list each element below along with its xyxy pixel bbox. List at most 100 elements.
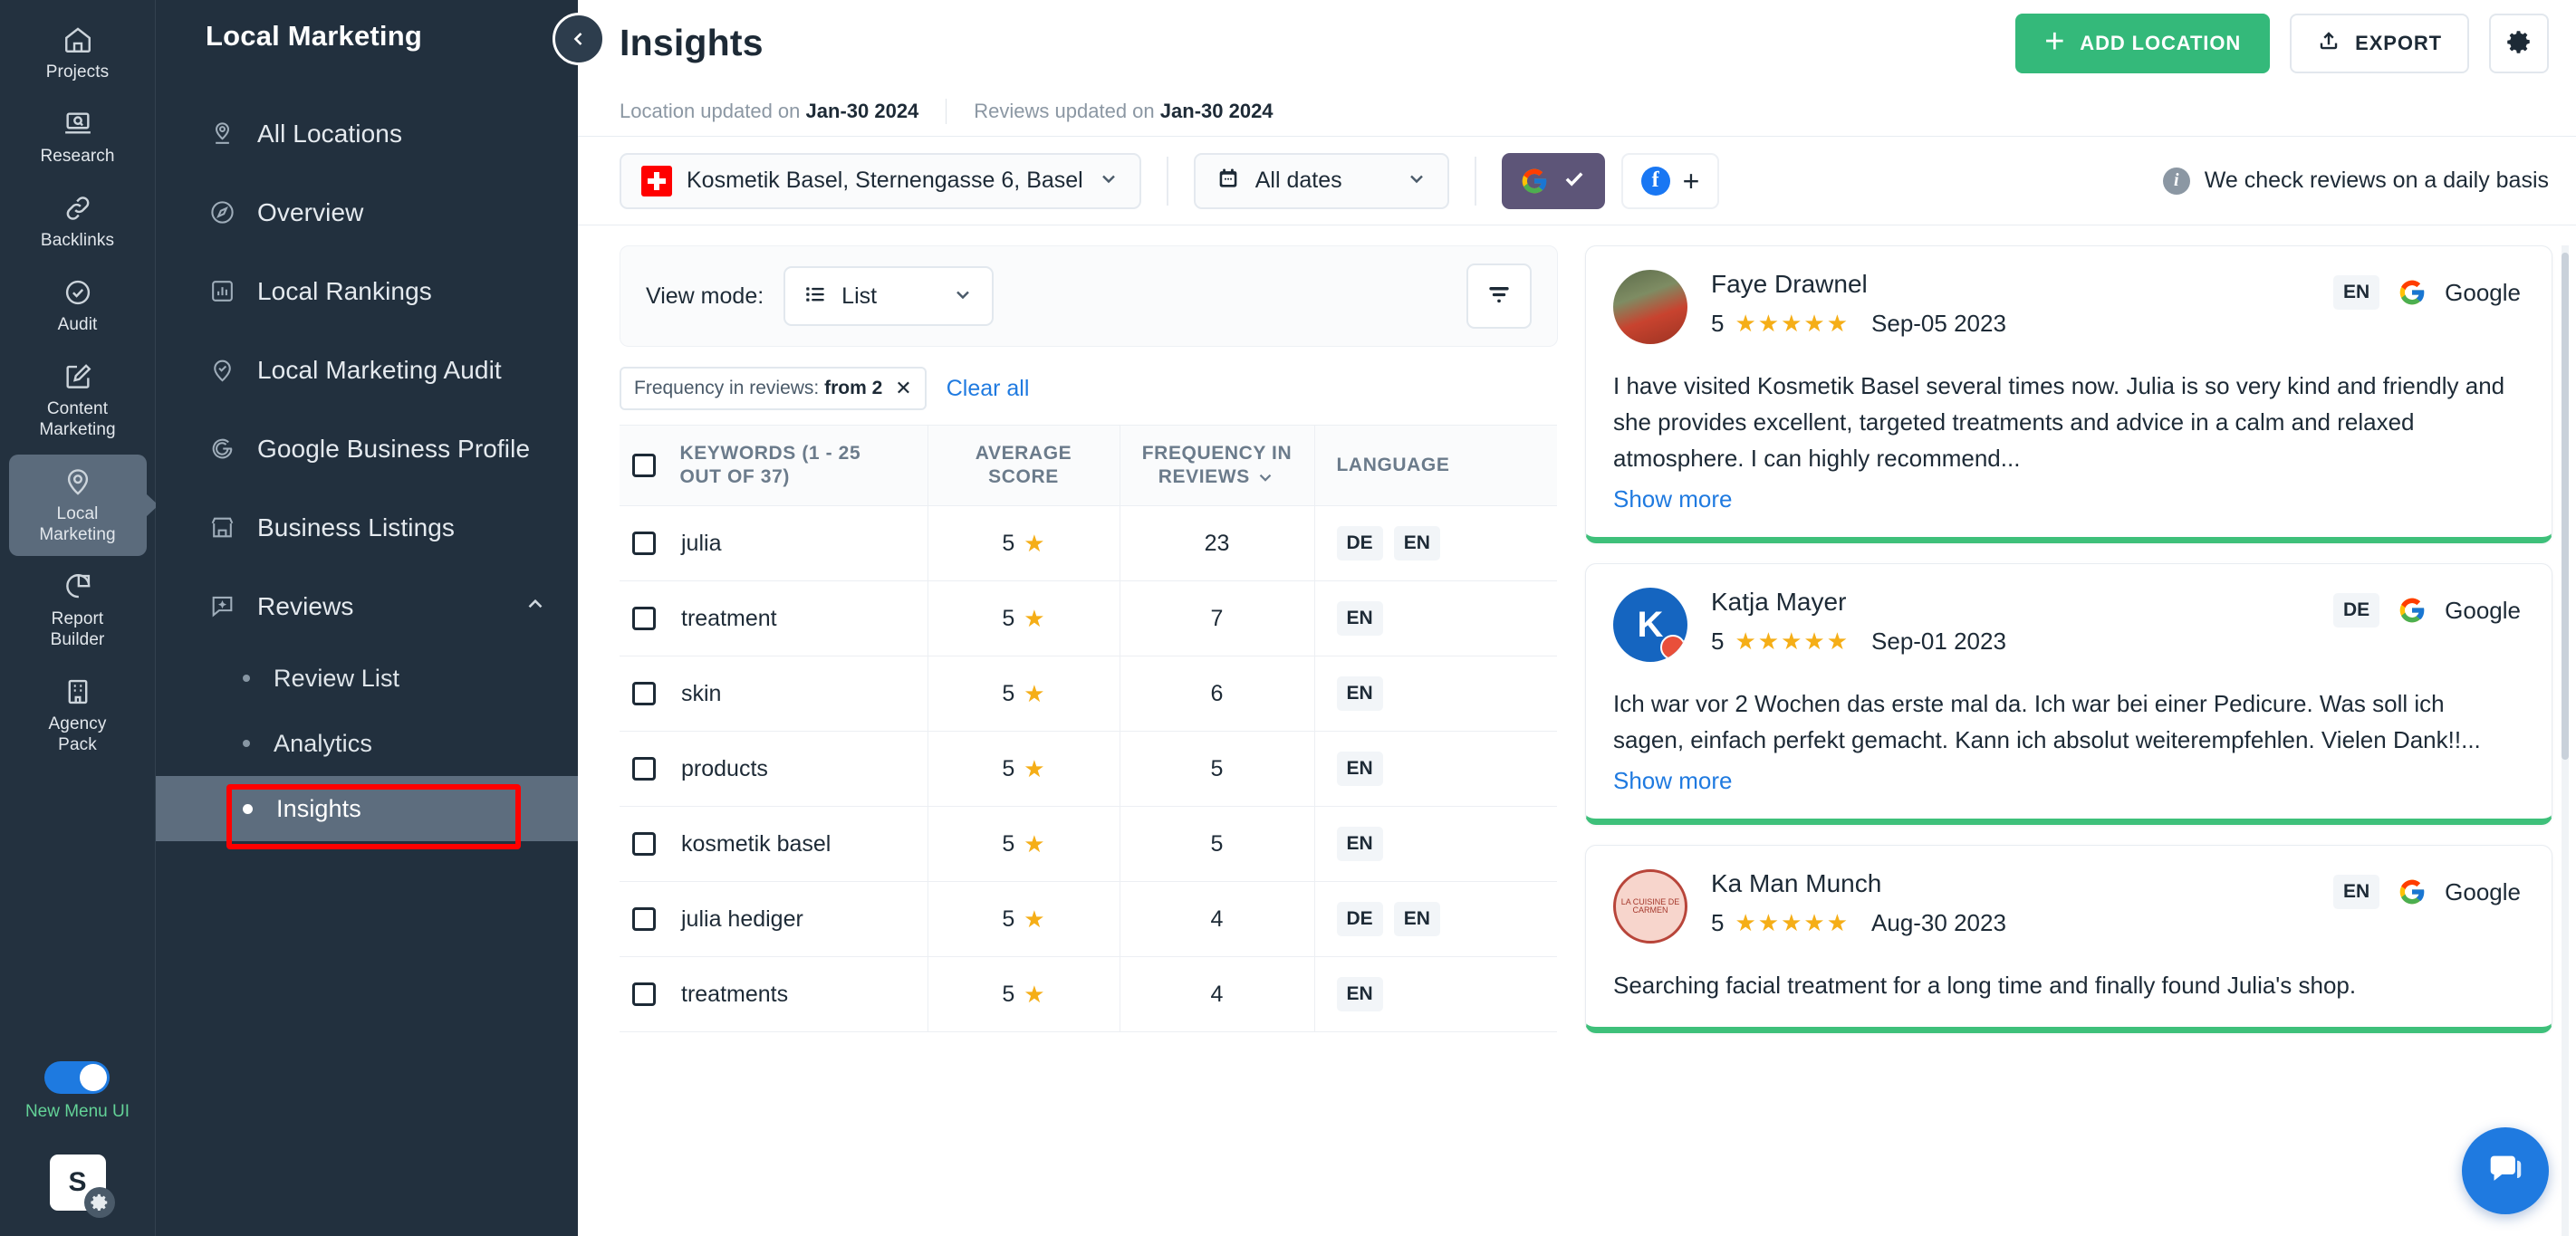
- table-row[interactable]: skin 5 ★ 6 EN: [620, 656, 1557, 732]
- rail-item-local-marketing[interactable]: Local Marketing: [8, 455, 147, 556]
- sidebar-item-label: Local Marketing Audit: [257, 355, 502, 384]
- cell-keyword: julia: [620, 505, 928, 581]
- row-checkbox[interactable]: [632, 832, 656, 856]
- cell-average-score: 5 ★: [928, 731, 1120, 807]
- review-meta: Ka Man Munch 5 ★★★★★ Aug-30 2023: [1711, 869, 2310, 937]
- cell-average-score: 5 ★: [928, 881, 1120, 957]
- meta-row: Location updated on Jan-30 2024 Reviews …: [578, 86, 2576, 137]
- keyword-text: skin: [681, 680, 722, 706]
- review-rating: 5 ★★★★★ Sep-01 2023: [1711, 628, 2310, 656]
- date-range-selector[interactable]: All dates: [1193, 152, 1449, 209]
- page-title: Insights: [620, 22, 764, 63]
- location-updated-date: Jan-30 2024: [805, 99, 919, 122]
- new-menu-ui-toggle[interactable]: [44, 1061, 111, 1094]
- language-tag: DE: [1336, 902, 1383, 936]
- source-google-toggle[interactable]: [1501, 152, 1605, 209]
- filter-chip-frequency[interactable]: Frequency in reviews: from 2 ✕: [620, 367, 927, 410]
- sidebar-item-business-listings[interactable]: Business Listings: [156, 488, 578, 567]
- show-more-link[interactable]: Show more: [1613, 485, 1733, 513]
- table-row[interactable]: julia 5 ★ 23 DE EN: [620, 505, 1557, 581]
- cell-average-score: 5 ★: [928, 806, 1120, 882]
- select-all-checkbox[interactable]: [632, 454, 656, 477]
- star-icons: ★★★★★: [1735, 310, 1850, 337]
- location-selector-label: Kosmetik Basel, Sternengasse 6, Basel: [687, 168, 1083, 193]
- main-content: Insights + ADD LOCATION EXPORT Location …: [578, 0, 2576, 1236]
- score-value: 5: [1002, 981, 1015, 1007]
- bar-chart-icon: [207, 276, 237, 307]
- settings-button[interactable]: [2489, 13, 2549, 73]
- view-mode-select[interactable]: List: [783, 266, 995, 326]
- rail-item-projects[interactable]: Projects: [9, 13, 147, 93]
- cell-language: DE EN: [1314, 505, 1557, 581]
- rail-item-content-marketing[interactable]: Content Marketing: [9, 350, 147, 451]
- close-icon[interactable]: ✕: [895, 377, 911, 400]
- cell-average-score: 5 ★: [928, 580, 1120, 656]
- keyword-text: julia hediger: [681, 905, 803, 932]
- add-location-label: ADD LOCATION: [2080, 31, 2242, 54]
- table-row[interactable]: treatment 5 ★ 7 EN: [620, 580, 1557, 656]
- score-value: 5: [1002, 830, 1015, 857]
- row-checkbox[interactable]: [632, 907, 656, 931]
- review-text: Searching facial treatment for a long ti…: [1613, 972, 2357, 999]
- review-header: K Katja Mayer 5 ★★★★★ Sep-01 2023 DE Google: [1613, 588, 2521, 662]
- toggle-knob: [80, 1064, 108, 1091]
- row-checkbox[interactable]: [632, 982, 656, 1006]
- row-checkbox[interactable]: [632, 607, 656, 630]
- gear-icon[interactable]: [83, 1187, 115, 1218]
- sidebar-subitem-analytics[interactable]: Analytics: [156, 711, 578, 776]
- cell-language: DE EN: [1314, 881, 1557, 957]
- chevron-up-icon[interactable]: [524, 592, 547, 620]
- sidebar-item-google-business-profile[interactable]: Google Business Profile: [156, 409, 578, 488]
- rail-item-backlinks[interactable]: Backlinks: [9, 181, 147, 262]
- rail-item-report-builder[interactable]: Report Builder: [9, 560, 147, 661]
- sidebar-item-overview[interactable]: Overview: [156, 173, 578, 252]
- column-frequency-in-reviews[interactable]: FREQUENCY IN REVIEWS: [1120, 425, 1315, 506]
- language-tag: EN: [1336, 977, 1383, 1011]
- location-selector[interactable]: Kosmetik Basel, Sternengasse 6, Basel: [620, 152, 1141, 209]
- keywords-panel: View mode: List Frequency in reviews: fr…: [578, 245, 1583, 1236]
- column-average-score[interactable]: AVERAGE SCORE: [928, 425, 1120, 506]
- row-checkbox[interactable]: [632, 682, 656, 705]
- row-checkbox[interactable]: [632, 532, 656, 555]
- sidebar-subitem-insights[interactable]: Insights: [156, 776, 578, 841]
- column-language: LANGUAGE: [1314, 425, 1557, 506]
- sidebar-item-local-rankings[interactable]: Local Rankings: [156, 252, 578, 331]
- clear-all-link[interactable]: Clear all: [947, 376, 1030, 402]
- cell-frequency: 5: [1120, 731, 1315, 807]
- reviews-list: Faye Drawnel 5 ★★★★★ Sep-05 2023 EN Google I h…: [1585, 245, 2552, 1033]
- table-row[interactable]: julia hediger 5 ★ 4 DE EN: [620, 881, 1557, 957]
- cell-keyword: treatments: [620, 956, 928, 1032]
- sidebar-subitem-review-list[interactable]: Review List: [156, 646, 578, 711]
- app-root: Projects Research Backlinks Audit Conten: [0, 0, 2576, 1236]
- rail-item-audit[interactable]: Audit: [9, 265, 147, 346]
- new-menu-ui-label: New Menu UI: [24, 1102, 130, 1121]
- pin-check-icon: [207, 355, 237, 386]
- table-row[interactable]: kosmetik basel 5 ★ 5 EN: [620, 806, 1557, 882]
- review-meta: Katja Mayer 5 ★★★★★ Sep-01 2023: [1711, 588, 2310, 656]
- review-text: I have visited Kosmetik Basel several ti…: [1613, 372, 2505, 472]
- collapse-sidebar-button[interactable]: [553, 13, 605, 65]
- rating-value: 5: [1711, 310, 1725, 337]
- export-button[interactable]: EXPORT: [2290, 13, 2469, 73]
- rail-item-agency-pack[interactable]: Agency Pack: [9, 665, 147, 766]
- table-row[interactable]: products 5 ★ 5 EN: [620, 731, 1557, 807]
- reviews-updated: Reviews updated on Jan-30 2024: [974, 100, 1273, 123]
- cell-average-score: 5 ★: [928, 505, 1120, 581]
- filter-button[interactable]: [1466, 263, 1532, 329]
- source-facebook-add[interactable]: f +: [1620, 152, 1720, 209]
- rail-item-research[interactable]: Research: [9, 97, 147, 177]
- google-logo-icon: [2398, 278, 2427, 307]
- sidebar-item-reviews[interactable]: Reviews: [156, 567, 578, 646]
- review-date: Aug-30 2023: [1871, 909, 2006, 936]
- sidebar-item-label: Local Rankings: [257, 276, 432, 305]
- add-location-button[interactable]: + ADD LOCATION: [2015, 13, 2271, 73]
- show-more-link[interactable]: Show more: [1613, 767, 1733, 795]
- row-checkbox[interactable]: [632, 757, 656, 781]
- reviews-updated-date: Jan-30 2024: [1159, 99, 1274, 122]
- sidebar-item-all-locations[interactable]: All Locations: [156, 94, 578, 173]
- sidebar-item-local-marketing-audit[interactable]: Local Marketing Audit: [156, 331, 578, 409]
- table-row[interactable]: treatments 5 ★ 4 EN: [620, 956, 1557, 1032]
- scrollbar-thumb[interactable]: [2562, 253, 2569, 760]
- chat-support-button[interactable]: [2462, 1127, 2549, 1214]
- location-updated: Location updated on Jan-30 2024: [620, 100, 918, 123]
